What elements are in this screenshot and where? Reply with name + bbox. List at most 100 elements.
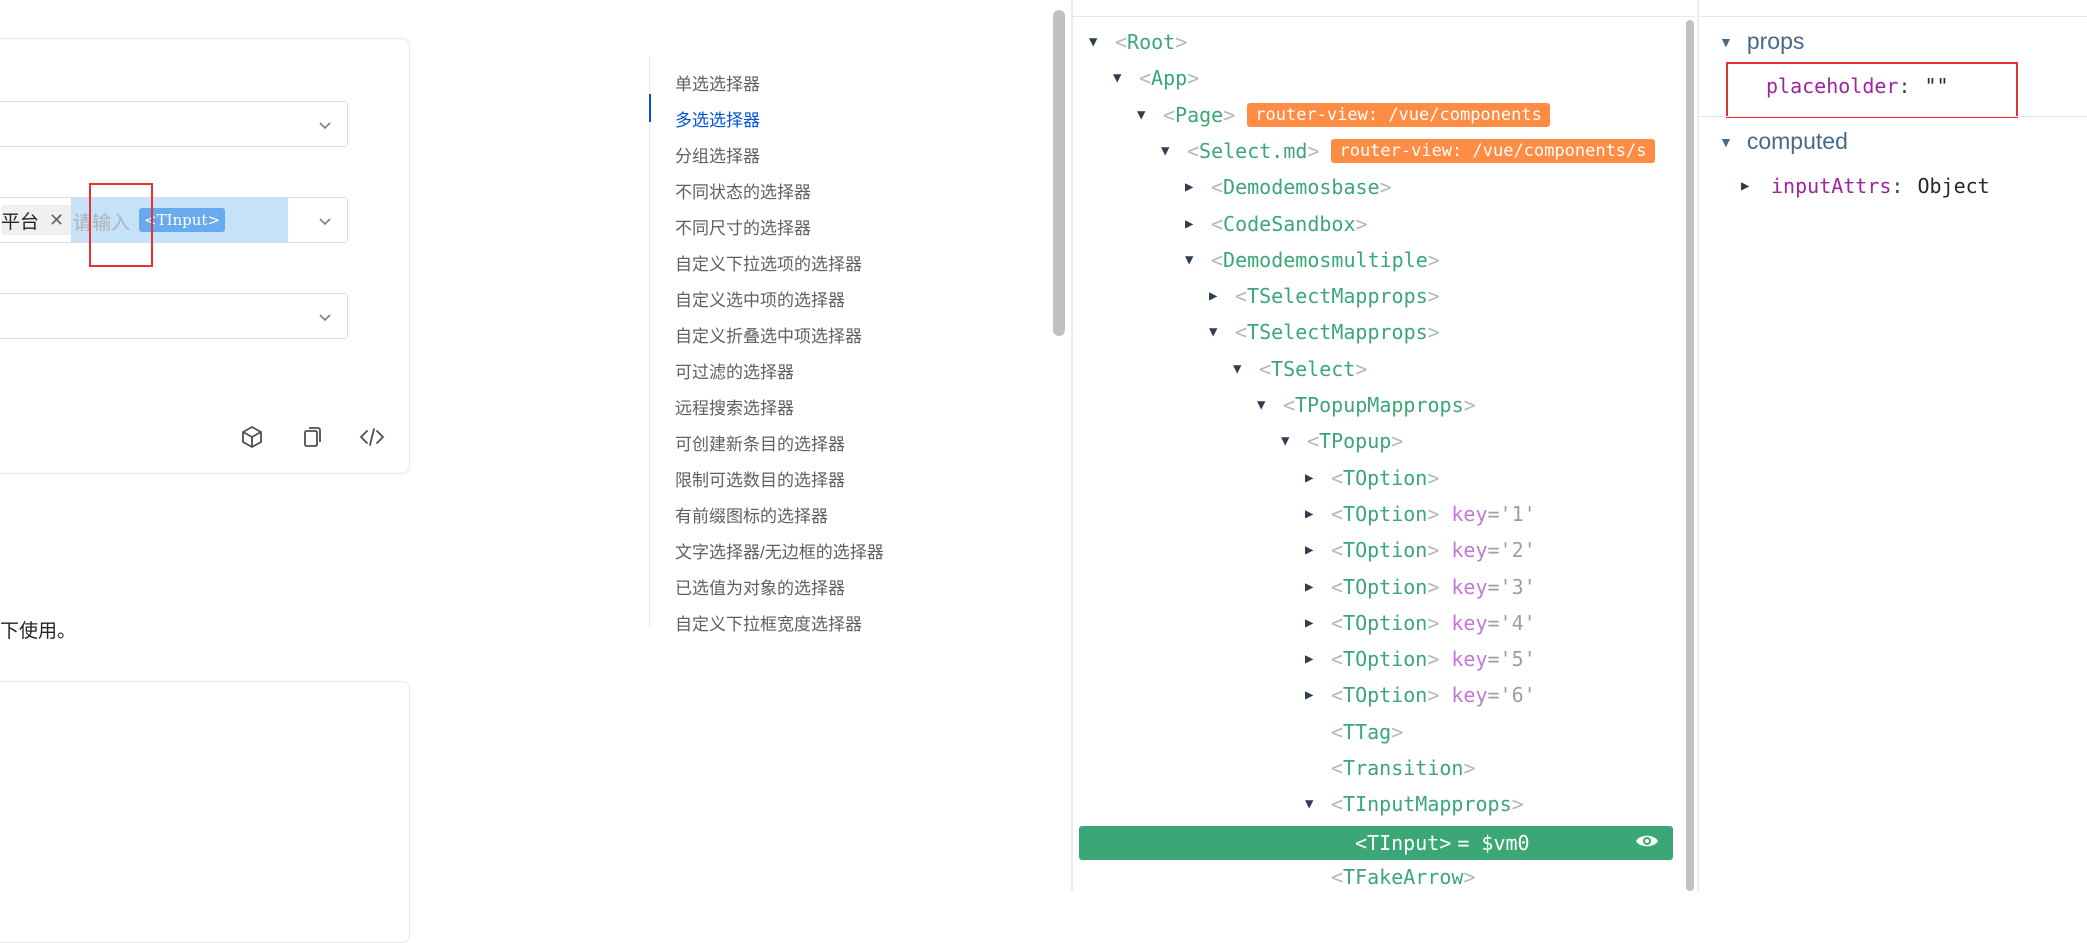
- triangle-right-icon[interactable]: ▶: [1741, 178, 1759, 194]
- tree-node[interactable]: ▶ < TOption > key ='3': [1305, 572, 1536, 602]
- tree-node[interactable]: ▶ < Demodemosbase >: [1185, 172, 1392, 202]
- tree-node[interactable]: ▶ < TOption > key ='5': [1305, 644, 1536, 674]
- triangle-right-icon[interactable]: ▶: [1305, 687, 1323, 703]
- triangle-right-icon[interactable]: ▶: [1305, 579, 1323, 595]
- tree-node[interactable]: ▼ < Select.md > router-view: /vue/components…: [1161, 136, 1655, 166]
- tree-node[interactable]: ▶ < TOption > key ='1': [1305, 499, 1536, 529]
- anchor-nav-item[interactable]: 已选值为对象的选择器: [675, 574, 845, 599]
- anchor-nav-item[interactable]: 文字选择器/无边框的选择器: [675, 538, 884, 563]
- copy-icon[interactable]: [295, 420, 329, 454]
- triangle-down-icon[interactable]: ▼: [1305, 796, 1323, 812]
- tag-bracket: <: [1331, 865, 1344, 889]
- state-inspector: ▼ props placeholder : "" ▼ computed ▶ in…: [1699, 0, 2087, 891]
- tree-node[interactable]: ▶<Transition>: [1305, 753, 1476, 783]
- triangle-down-icon[interactable]: ▼: [1719, 34, 1733, 50]
- triangle-down-icon[interactable]: ▼: [1209, 324, 1227, 340]
- tree-node[interactable]: ▶ < TOption > key ='2': [1305, 535, 1536, 565]
- tree-node[interactable]: ▼ < App >: [1113, 63, 1199, 93]
- tag-bracket: >: [1427, 320, 1440, 344]
- component-name: TOption: [1343, 538, 1428, 562]
- triangle-right-icon[interactable]: ▶: [1185, 179, 1203, 195]
- anchor-nav-item[interactable]: 可过滤的选择器: [675, 358, 794, 383]
- tree-node[interactable]: ▶ < TSelectMapprops >: [1209, 281, 1440, 311]
- chevron-down-icon[interactable]: [317, 117, 333, 133]
- component-name: Select.md: [1199, 139, 1308, 163]
- triangle-right-icon[interactable]: ▶: [1185, 216, 1203, 232]
- tree-node[interactable]: ▶ < TOption >: [1305, 463, 1439, 493]
- tree-node[interactable]: ▼ < Root >: [1089, 27, 1187, 57]
- select-single[interactable]: [0, 101, 348, 147]
- triangle-down-icon[interactable]: ▼: [1233, 361, 1251, 377]
- triangle-down-icon[interactable]: ▼: [1137, 107, 1155, 123]
- tag-bracket: >: [1427, 284, 1440, 308]
- triangle-down-icon[interactable]: ▼: [1257, 397, 1275, 413]
- triangle-right-icon[interactable]: ▶: [1305, 470, 1323, 486]
- component-name: Page: [1175, 103, 1224, 127]
- anchor-nav-item[interactable]: 单选选择器: [675, 70, 760, 95]
- anchor-nav-item[interactable]: 自定义折叠选中项选择器: [675, 322, 862, 347]
- tree-node[interactable]: ▶<TFakeArrow>: [1305, 862, 1476, 891]
- tag-bracket: >: [1427, 683, 1440, 707]
- select-third[interactable]: [0, 293, 348, 339]
- triangle-right-icon[interactable]: ▶: [1305, 615, 1323, 631]
- tree-node[interactable]: ▼ < TSelectMapprops >: [1209, 317, 1440, 347]
- tree-node-selected[interactable]: ▶<TInput>= $vm0: [1079, 826, 1673, 860]
- tag-bracket: <: [1235, 320, 1248, 344]
- cube-icon[interactable]: [235, 420, 269, 454]
- tree-node[interactable]: ▼ < TInputMapprops >: [1305, 789, 1524, 819]
- code-icon[interactable]: [355, 420, 389, 454]
- chevron-down-icon[interactable]: [317, 213, 333, 229]
- anchor-nav-item[interactable]: 自定义下拉选项的选择器: [675, 250, 862, 275]
- triangle-right-icon[interactable]: ▶: [1305, 651, 1323, 667]
- triangle-right-icon[interactable]: ▶: [1305, 542, 1323, 558]
- doc-note-text: 下使用。: [0, 621, 77, 642]
- router-view-badge: router-view: /vue/components/s: [1331, 139, 1655, 163]
- anchor-nav-item[interactable]: 不同状态的选择器: [675, 178, 811, 203]
- anchor-nav-item[interactable]: 有前缀图标的选择器: [675, 502, 828, 527]
- anchor-nav-item[interactable]: 自定义下拉框宽度选择器: [675, 610, 862, 635]
- anchor-nav-item[interactable]: 自定义选中项的选择器: [675, 286, 845, 311]
- tag-bracket: <: [1307, 429, 1320, 453]
- anchor-nav-item[interactable]: 不同尺寸的选择器: [675, 214, 811, 239]
- node-key-value: ='2': [1487, 538, 1536, 562]
- anchor-nav-item[interactable]: 远程搜索选择器: [675, 394, 794, 419]
- annotation-box-input: [89, 183, 153, 267]
- chevron-down-icon[interactable]: [317, 309, 333, 325]
- triangle-right-icon[interactable]: ▶: [1209, 288, 1227, 304]
- anchor-nav-item[interactable]: 多选选择器: [675, 106, 760, 131]
- tree-node[interactable]: ▶ < TOption > key ='6': [1305, 680, 1536, 710]
- tree-node[interactable]: ▼ < Demodemosmultiple >: [1185, 245, 1440, 275]
- tag-bracket: >: [1307, 139, 1320, 163]
- tree-node[interactable]: ▶<TTag>: [1305, 717, 1403, 747]
- tree-node[interactable]: ▼ < Page > router-view: /vue/components: [1137, 100, 1550, 130]
- tree-top-divider: [1073, 16, 1695, 17]
- anchor-nav-item[interactable]: 限制可选数目的选择器: [675, 466, 845, 491]
- anchor-nav-item[interactable]: 可创建新条目的选择器: [675, 430, 845, 455]
- triangle-down-icon[interactable]: ▼: [1719, 134, 1733, 150]
- triangle-down-icon[interactable]: ▼: [1281, 433, 1299, 449]
- node-key-attr: key: [1451, 683, 1488, 707]
- computed-row[interactable]: ▶ inputAttrs : Object: [1741, 174, 1990, 198]
- tag-bracket: <: [1283, 393, 1296, 417]
- triangle-down-icon[interactable]: ▼: [1089, 34, 1107, 50]
- triangle-down-icon[interactable]: ▼: [1113, 70, 1131, 86]
- tree-node[interactable]: ▶ < TOption > key ='4': [1305, 608, 1536, 638]
- select-multiple[interactable]: 平台 ✕ 请输入 <TInput>: [0, 197, 348, 243]
- tree-node[interactable]: ▶ < CodeSandbox >: [1185, 209, 1368, 239]
- tree-scrollbar[interactable]: [1686, 20, 1694, 891]
- state-mid-divider: [1699, 116, 2087, 117]
- page-scrollbar-thumb[interactable]: [1053, 10, 1065, 336]
- tree-node[interactable]: ▼ < TPopupMapprops >: [1257, 390, 1476, 420]
- tree-node[interactable]: ▼ < TPopup >: [1281, 426, 1403, 456]
- anchor-active-indicator: [649, 94, 651, 122]
- anchor-nav-item[interactable]: 分组选择器: [675, 142, 760, 167]
- computed-section-header[interactable]: ▼ computed: [1719, 128, 1848, 155]
- triangle-down-icon[interactable]: ▼: [1185, 252, 1203, 268]
- tag-bracket: <: [1259, 357, 1272, 381]
- tree-node[interactable]: ▼ < TSelect >: [1233, 354, 1367, 384]
- eye-icon[interactable]: [1635, 832, 1659, 850]
- triangle-right-icon[interactable]: ▶: [1305, 506, 1323, 522]
- triangle-down-icon[interactable]: ▼: [1161, 143, 1179, 159]
- props-section-header[interactable]: ▼ props: [1719, 28, 1804, 55]
- close-icon[interactable]: ✕: [49, 210, 64, 231]
